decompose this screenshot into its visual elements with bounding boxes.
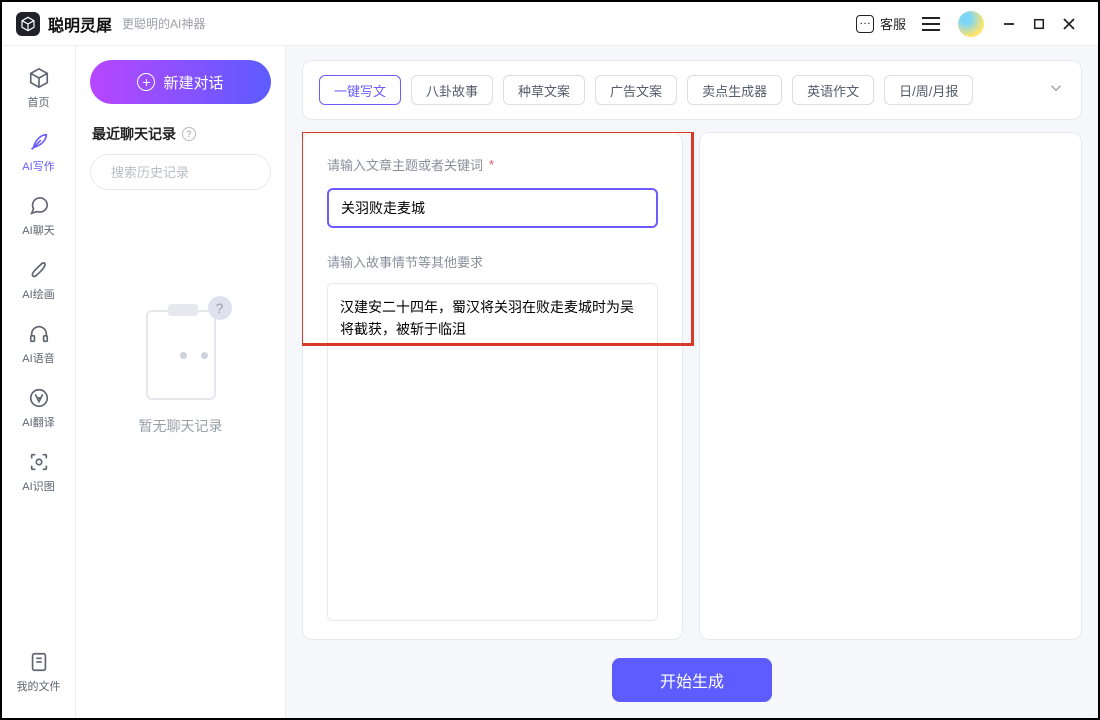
feather-icon bbox=[27, 130, 51, 154]
translate-icon bbox=[27, 386, 51, 410]
tab-ad-copy[interactable]: 广告文案 bbox=[595, 75, 677, 105]
brush-icon bbox=[27, 258, 51, 282]
tab-english-essay[interactable]: 英语作文 bbox=[792, 75, 874, 105]
sidebar-rail: 首页 AI写作 AI聊天 AI绘画 AI语音 AI翻译 AI识图 我的文件 bbox=[2, 46, 76, 718]
customer-service-button[interactable]: 客服 bbox=[856, 14, 906, 33]
sidebar-item-ai-write[interactable]: AI写作 bbox=[2, 120, 75, 184]
menu-icon[interactable] bbox=[920, 13, 942, 35]
cube-icon bbox=[27, 66, 51, 90]
chevron-down-icon[interactable] bbox=[1047, 79, 1065, 102]
plus-icon: + bbox=[137, 73, 155, 91]
detail-textarea[interactable] bbox=[340, 296, 645, 608]
topic-input[interactable] bbox=[341, 200, 644, 216]
sidebar-item-ai-chat[interactable]: AI聊天 bbox=[2, 184, 75, 248]
sidebar-item-ai-voice[interactable]: AI语音 bbox=[2, 312, 75, 376]
history-empty: ? 暂无聊天记录 bbox=[76, 302, 285, 436]
new-chat-button[interactable]: + 新建对话 bbox=[90, 60, 271, 104]
history-search[interactable] bbox=[90, 154, 271, 190]
sidebar-item-label: AI写作 bbox=[22, 158, 54, 174]
chat-icon bbox=[856, 15, 874, 33]
scan-icon bbox=[27, 450, 51, 474]
sidebar-item-label: AI聊天 bbox=[22, 222, 54, 238]
sidebar-item-label: AI绘画 bbox=[22, 286, 54, 302]
tab-grass-copy[interactable]: 种草文案 bbox=[503, 75, 585, 105]
sidebar-item-ai-image-rec[interactable]: AI识图 bbox=[2, 440, 75, 504]
history-title: 最近聊天记录 ? bbox=[92, 124, 269, 144]
file-icon bbox=[27, 650, 51, 674]
help-icon[interactable]: ? bbox=[182, 127, 196, 141]
input-panel: 请输入文章主题或者关键词* 请输入故事情节等其他要求 bbox=[302, 132, 683, 640]
empty-text: 暂无聊天记录 bbox=[139, 416, 223, 436]
sidebar-item-ai-translate[interactable]: AI翻译 bbox=[2, 376, 75, 440]
close-button[interactable] bbox=[1054, 9, 1084, 39]
sidebar-item-label: 首页 bbox=[28, 94, 50, 110]
titlebar: 聪明灵犀 更聪明的AI神器 客服 bbox=[2, 2, 1098, 46]
app-slogan: 更聪明的AI神器 bbox=[122, 15, 205, 32]
topic-input-wrap[interactable] bbox=[327, 188, 658, 228]
sidebar-item-my-files[interactable]: 我的文件 bbox=[2, 640, 75, 704]
sidebar-item-label: AI语音 bbox=[22, 350, 54, 366]
tab-selling-points[interactable]: 卖点生成器 bbox=[687, 75, 782, 105]
tab-gossip[interactable]: 八卦故事 bbox=[411, 75, 493, 105]
search-input[interactable] bbox=[111, 165, 287, 180]
output-panel bbox=[699, 132, 1082, 640]
app-logo bbox=[16, 12, 40, 36]
detail-label: 请输入故事情节等其他要求 bbox=[327, 252, 658, 271]
sidebar-item-label: 我的文件 bbox=[17, 678, 61, 694]
topic-label: 请输入文章主题或者关键词* bbox=[327, 155, 658, 174]
sidebar-item-home[interactable]: 首页 bbox=[2, 56, 75, 120]
tab-one-click[interactable]: 一键写文 bbox=[319, 75, 401, 105]
detail-textarea-wrap[interactable] bbox=[327, 283, 658, 621]
main-area: 一键写文 八卦故事 种草文案 广告文案 卖点生成器 英语作文 日/周/月报 请输… bbox=[286, 46, 1098, 718]
service-label: 客服 bbox=[880, 14, 906, 33]
headphones-icon bbox=[27, 322, 51, 346]
sidebar-item-ai-paint[interactable]: AI绘画 bbox=[2, 248, 75, 312]
maximize-button[interactable] bbox=[1024, 9, 1054, 39]
history-panel: + 新建对话 最近聊天记录 ? ? 暂无聊天记录 bbox=[76, 46, 286, 718]
tab-report[interactable]: 日/周/月报 bbox=[884, 75, 973, 105]
empty-illustration: ? bbox=[136, 302, 226, 402]
generate-button[interactable]: 开始生成 bbox=[612, 658, 772, 702]
app-name: 聪明灵犀 bbox=[48, 12, 112, 36]
template-tabs: 一键写文 八卦故事 种草文案 广告文案 卖点生成器 英语作文 日/周/月报 bbox=[302, 60, 1082, 120]
minimize-button[interactable] bbox=[994, 9, 1024, 39]
sidebar-item-label: AI识图 bbox=[22, 478, 54, 494]
chat-bubble-icon bbox=[27, 194, 51, 218]
new-chat-label: 新建对话 bbox=[163, 72, 223, 93]
avatar[interactable] bbox=[958, 11, 984, 37]
sidebar-item-label: AI翻译 bbox=[22, 414, 54, 430]
